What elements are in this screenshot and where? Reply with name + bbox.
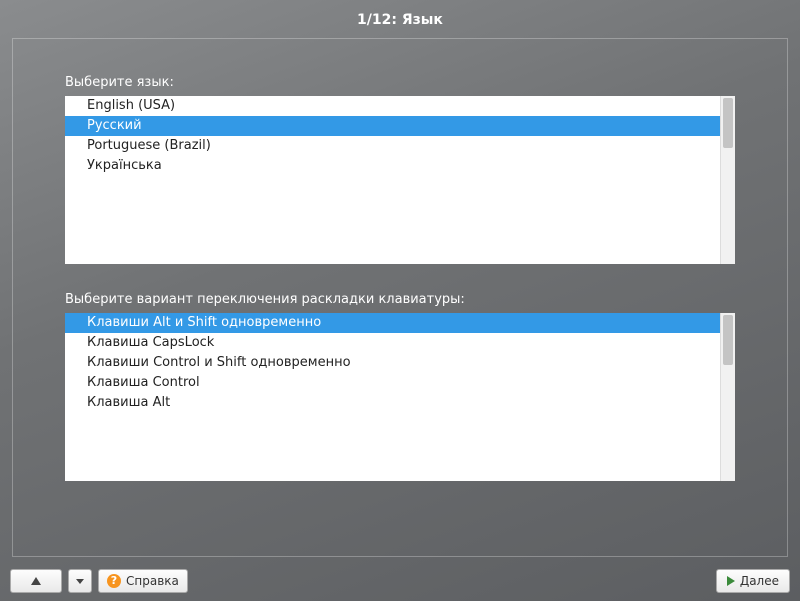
scrollbar[interactable] <box>720 96 735 264</box>
keyboard-item[interactable]: Клавиши Control и Shift одновременно <box>65 353 735 373</box>
language-listbox[interactable]: English (USA)РусскийPortuguese (Brazil)У… <box>65 96 735 264</box>
help-button[interactable]: ? Справка <box>98 569 188 593</box>
keyboard-item[interactable]: Клавиши Alt и Shift одновременно <box>65 313 735 333</box>
keyboard-item[interactable]: Клавиша Alt <box>65 393 735 413</box>
chevron-down-icon <box>76 579 84 584</box>
language-label: Выберите язык: <box>65 75 735 90</box>
arrow-right-icon <box>727 576 735 586</box>
help-button-label: Справка <box>126 574 179 588</box>
back-dropdown-button[interactable] <box>68 569 92 593</box>
language-item[interactable]: English (USA) <box>65 96 735 116</box>
button-bar: ? Справка Далее <box>0 567 800 601</box>
language-item[interactable]: Русский <box>65 116 735 136</box>
content-frame: Выберите язык: English (USA)РусскийPortu… <box>12 38 788 557</box>
back-button[interactable] <box>10 569 62 593</box>
keyboard-item[interactable]: Клавиша Control <box>65 373 735 393</box>
installer-window: 1/12: Язык Выберите язык: English (USA)Р… <box>0 0 800 601</box>
scrollbar-thumb[interactable] <box>723 315 733 365</box>
keyboard-label: Выберите вариант переключения раскладки … <box>65 292 735 307</box>
next-button-label: Далее <box>740 574 779 588</box>
arrow-up-icon <box>31 577 41 585</box>
help-icon: ? <box>107 574 121 588</box>
keyboard-item[interactable]: Клавиша CapsLock <box>65 333 735 353</box>
page-title: 1/12: Язык <box>0 0 800 38</box>
language-item[interactable]: Portuguese (Brazil) <box>65 136 735 156</box>
next-button[interactable]: Далее <box>716 569 790 593</box>
scrollbar[interactable] <box>720 313 735 481</box>
scrollbar-thumb[interactable] <box>723 98 733 148</box>
language-item[interactable]: Українська <box>65 156 735 176</box>
keyboard-listbox[interactable]: Клавиши Alt и Shift одновременноКлавиша … <box>65 313 735 481</box>
